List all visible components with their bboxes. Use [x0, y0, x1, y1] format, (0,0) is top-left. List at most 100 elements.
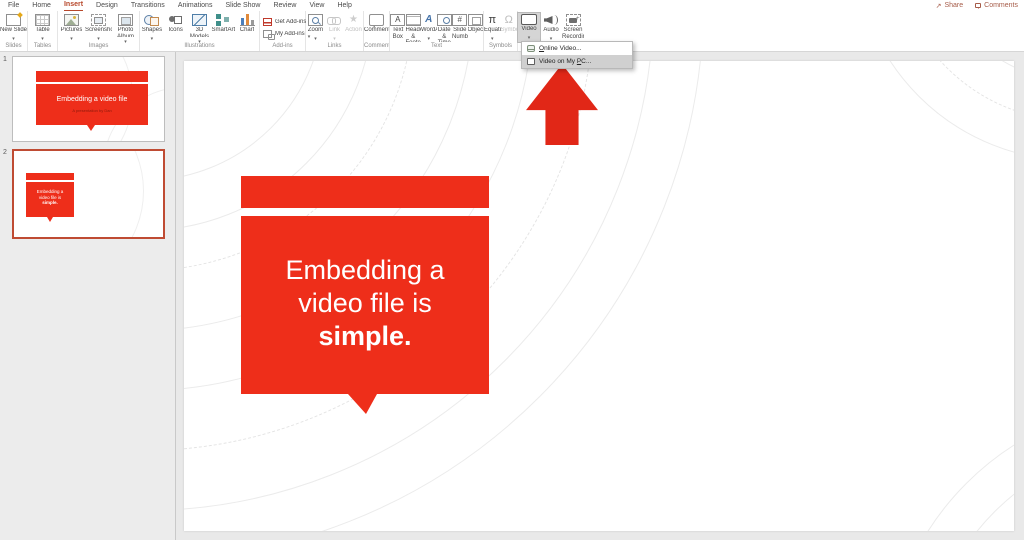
- new-slide-icon: [6, 14, 21, 26]
- object-icon: [468, 14, 483, 26]
- slide-thumbnail-panel[interactable]: 1 Embedding a video file A presentation …: [0, 52, 176, 540]
- share-label: Share: [944, 2, 963, 9]
- symbol-button[interactable]: Ω Symbol: [501, 13, 518, 42]
- share-button[interactable]: ↗ Share: [936, 2, 964, 10]
- comment-icon: [369, 14, 384, 26]
- photo-album-button[interactable]: Photo Album: [112, 13, 139, 42]
- bubble-text: Embedding a video file is simple.: [241, 254, 489, 353]
- video-on-my-pc-label: Video on My PC...: [539, 58, 591, 65]
- slide-1-thumbnail[interactable]: Embedding a video file A presentation by…: [12, 56, 165, 142]
- object-button[interactable]: Object: [468, 13, 484, 42]
- smartart-button[interactable]: SmartArt: [211, 13, 235, 42]
- thumb1-speech-bubble: Embedding a video file A presentation by…: [36, 84, 148, 125]
- action-icon: ★: [346, 14, 361, 26]
- date-time-icon: [437, 14, 452, 26]
- wordart-button[interactable]: A WordArt: [421, 13, 437, 42]
- equation-button[interactable]: π Equation: [484, 13, 501, 42]
- comment-button[interactable]: Comment: [364, 13, 389, 42]
- my-add-ins-icon: [263, 30, 272, 38]
- equation-icon: π: [485, 14, 500, 26]
- slide-number-button[interactable]: # Slide Number: [452, 13, 468, 42]
- chart-button[interactable]: Chart: [235, 13, 259, 42]
- date-time-button[interactable]: Date & Time: [437, 13, 453, 42]
- screen-recording-icon: [566, 14, 581, 26]
- get-add-ins-button[interactable]: Get Add-ins: [263, 18, 306, 27]
- audio-button[interactable]: Audio: [540, 13, 562, 42]
- pictures-button[interactable]: Pictures: [58, 13, 85, 42]
- comments-label: Comments: [984, 2, 1018, 9]
- 3d-models-button[interactable]: 3D Models: [188, 13, 212, 42]
- photo-album-icon: [118, 14, 133, 26]
- video-button[interactable]: Video: [518, 13, 540, 42]
- header-footer-button[interactable]: Header & Footer: [406, 13, 422, 42]
- chevron-down-icon: [12, 34, 15, 39]
- pictures-icon: [64, 14, 79, 26]
- slide-number-icon: #: [452, 14, 467, 26]
- video-icon: [521, 14, 537, 25]
- chevron-down-icon: [491, 34, 494, 39]
- thumb2-accent-bar: [26, 173, 74, 180]
- speech-bubble[interactable]: Embedding a video file is simple.: [241, 216, 489, 394]
- online-video-icon: [527, 45, 535, 52]
- video-dropdown-menu: Online Video... Video on My PC...: [521, 41, 633, 69]
- zoom-button[interactable]: Zoom: [306, 13, 325, 42]
- tab-help[interactable]: Help: [337, 0, 351, 11]
- text-box-icon: A: [390, 14, 405, 26]
- icons-button[interactable]: Icons: [164, 13, 188, 42]
- tab-home[interactable]: Home: [32, 0, 51, 11]
- ribbon-group-images: Pictures Screenshot Photo Album Images: [58, 11, 140, 51]
- ribbon-group-illustrations: Shapes Icons 3D Models SmartArt Chart Il…: [140, 11, 260, 51]
- menu-item-online-video[interactable]: Online Video...: [522, 42, 632, 55]
- slide-canvas[interactable]: Embedding a video file is simple.: [184, 61, 1014, 531]
- action-button[interactable]: ★ Action: [344, 13, 363, 42]
- workspace: 1 Embedding a video file A presentation …: [0, 52, 1024, 540]
- ribbon-group-symbols: π Equation Ω Symbol Symbols: [484, 11, 518, 51]
- comments-icon: [975, 3, 981, 8]
- tab-design[interactable]: Design: [96, 0, 118, 11]
- tab-file[interactable]: File: [8, 0, 19, 11]
- ribbon-tab-bar: File Home Insert Design Transitions Anim…: [0, 0, 1024, 11]
- menu-item-video-on-my-pc[interactable]: Video on My PC...: [522, 55, 632, 68]
- chevron-down-icon: [528, 33, 531, 38]
- shapes-icon: [144, 14, 159, 26]
- smartart-icon: [216, 14, 231, 26]
- get-add-ins-icon: [263, 18, 272, 26]
- ribbon-group-links: Zoom Link ★ Action Links: [306, 11, 364, 51]
- screen-recording-button[interactable]: Screen Recording: [562, 13, 584, 42]
- ribbon-group-slides: New Slide Slides: [0, 11, 28, 51]
- tab-transitions[interactable]: Transitions: [131, 0, 165, 11]
- icons-icon: [168, 14, 183, 26]
- slide-2-thumbnail[interactable]: Embedding a video file is simple.: [12, 149, 165, 239]
- chevron-down-icon: [333, 34, 336, 39]
- slide-accent-bar[interactable]: [241, 176, 489, 208]
- share-icon: ↗: [936, 2, 942, 10]
- link-button[interactable]: Link: [325, 13, 344, 42]
- shapes-button[interactable]: Shapes: [140, 13, 164, 42]
- ribbon: New Slide Slides Table Tables Pictures: [0, 11, 1024, 52]
- chevron-down-icon: [314, 34, 317, 39]
- new-slide-button[interactable]: New Slide: [0, 13, 27, 42]
- screenshot-button[interactable]: Screenshot: [85, 13, 112, 42]
- slide-2-number: 2: [3, 149, 7, 156]
- header-footer-icon: [406, 14, 421, 26]
- table-icon: [35, 14, 50, 26]
- tab-review[interactable]: Review: [273, 0, 296, 11]
- ribbon-group-text: A Text Box Header & Footer A WordArt Dat…: [390, 11, 484, 51]
- tab-animations[interactable]: Animations: [178, 0, 213, 11]
- text-box-button[interactable]: A Text Box: [390, 13, 406, 42]
- chart-icon: [240, 14, 255, 26]
- tab-slide-show[interactable]: Slide Show: [225, 0, 260, 11]
- tab-view[interactable]: View: [309, 0, 324, 11]
- link-icon: [327, 14, 342, 26]
- thumb2-speech-bubble: Embedding a video file is simple.: [26, 182, 74, 217]
- window-actions: ↗ Share Comments: [936, 0, 1018, 11]
- chevron-down-icon: [70, 34, 73, 39]
- table-button[interactable]: Table: [28, 13, 57, 42]
- chevron-down-icon: [427, 34, 430, 39]
- wordart-icon: A: [421, 14, 436, 26]
- comments-button[interactable]: Comments: [975, 2, 1018, 9]
- ribbon-group-tables: Table Tables: [28, 11, 58, 51]
- symbol-icon: Ω: [501, 14, 516, 26]
- chevron-down-icon: [97, 34, 100, 39]
- my-add-ins-button[interactable]: My Add-ins: [263, 30, 310, 39]
